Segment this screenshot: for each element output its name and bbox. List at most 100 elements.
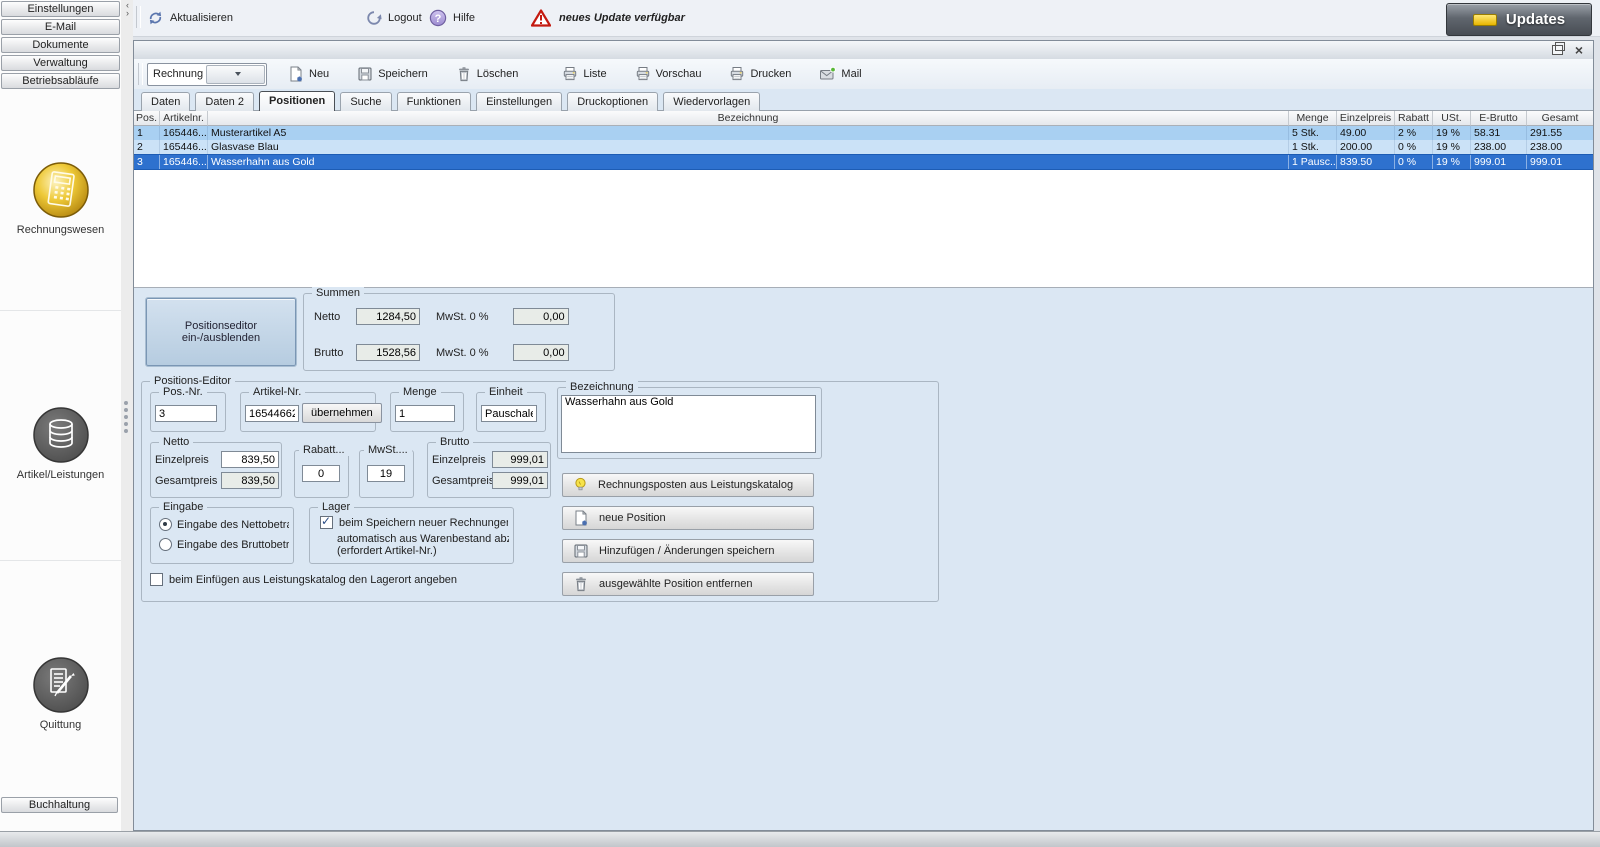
mwst-field[interactable] <box>367 465 405 482</box>
toggle-position-editor-button[interactable]: Positionseditor ein-/ausblenden <box>145 297 297 367</box>
sidebar-item-dokumente[interactable]: Dokumente <box>1 37 120 53</box>
netto-einzelpreis-field[interactable] <box>221 451 279 468</box>
refresh-button[interactable]: Aktualisieren <box>147 6 233 30</box>
list-button[interactable]: Liste <box>555 62 613 86</box>
netto-total-field[interactable] <box>356 308 420 325</box>
sidebar-splitter[interactable]: ‹ › <box>121 0 133 831</box>
positions-editor-group: Positions-Editor Pos.-Nr. Artikel-Nr. üb… <box>141 375 939 602</box>
rabatt-group-label: Rabatt... <box>299 444 349 456</box>
pos-nr-field[interactable] <box>155 405 217 422</box>
logout-button[interactable]: Logout <box>366 6 422 30</box>
col-ust[interactable]: USt. <box>1433 111 1471 126</box>
netto-gesamtpreis-field[interactable] <box>221 472 279 489</box>
calculator-icon <box>32 162 89 218</box>
delete-button[interactable]: Löschen <box>449 62 526 86</box>
tab-positionen[interactable]: Positionen <box>259 91 336 111</box>
help-label: Hilfe <box>453 12 476 24</box>
bezeichnung-field[interactable]: Wasserhahn aus Gold <box>561 395 816 453</box>
neue-position-button[interactable]: neue Position <box>562 506 814 530</box>
tab-druckoptionen[interactable]: Druckoptionen <box>567 92 659 111</box>
rechnungsposten-katalog-button[interactable]: Rechnungsposten aus Leistungskatalog <box>562 473 814 497</box>
close-window-icon[interactable]: × <box>1575 43 1583 57</box>
position-entfernen-button[interactable]: ausgewählte Position entfernen <box>562 572 814 596</box>
print-button[interactable]: Drucken <box>722 62 798 86</box>
lagerort-checkbox-label: beim Einfügen aus Leistungskatalog den L… <box>169 573 458 586</box>
artikel-nr-field[interactable] <box>245 405 299 422</box>
col-ebrutto[interactable]: E-Brutto <box>1471 111 1527 126</box>
updates-button[interactable]: Updates <box>1446 3 1592 36</box>
brutto-group: Brutto Einzelpreis Gesamtpreis <box>427 436 551 498</box>
sidebar-item-artikel-leistungen[interactable]: Artikel/Leistungen <box>0 405 121 481</box>
app-root: Einstellungen E-Mail Dokumente Verwaltun… <box>0 0 1600 847</box>
lager-checkbox[interactable]: beim Speichern neuer Rechnungen Arti <box>320 516 508 529</box>
hinzufuegen-speichern-button[interactable]: Hinzufügen / Änderungen speichern <box>562 539 814 563</box>
svg-text:?: ? <box>435 13 442 25</box>
sidebar-item-rechnungswesen[interactable]: Rechnungswesen <box>0 160 121 236</box>
menge-field[interactable] <box>395 405 455 422</box>
lager-group-label: Lager <box>318 501 355 513</box>
col-menge[interactable]: Menge <box>1289 111 1337 126</box>
lightbulb-icon <box>575 477 586 491</box>
table-row[interactable]: 1 165446... Musterartikel A5 5 Stk. 49.0… <box>134 126 1593 140</box>
sidebar-item-verwaltung[interactable]: Verwaltung <box>1 55 120 71</box>
preview-button[interactable]: Vorschau <box>628 62 709 86</box>
radio-brutto-option[interactable]: Eingabe des Bruttobetrag <box>159 538 289 551</box>
col-bezeichnung[interactable]: Bezeichnung <box>208 111 1289 126</box>
tab-einstellungen[interactable]: Einstellungen <box>476 92 563 111</box>
database-icon <box>32 407 89 463</box>
sidebar-item-buchhaltung[interactable]: Buchhaltung <box>1 797 118 813</box>
col-rabatt[interactable]: Rabatt <box>1395 111 1433 126</box>
mwst0-total-field[interactable] <box>512 308 569 325</box>
tab-funktionen[interactable]: Funktionen <box>396 92 472 111</box>
sidebar-item-einstellungen[interactable]: Einstellungen <box>1 1 120 17</box>
mwst0b-total-field[interactable] <box>512 344 569 361</box>
brutto-total-field[interactable] <box>356 344 420 361</box>
chevron-down-icon <box>205 64 265 84</box>
lager-group: Lager beim Speichern neuer Rechnungen Ar… <box>309 501 514 564</box>
tab-daten-2[interactable]: Daten 2 <box>195 92 254 111</box>
col-pos[interactable]: Pos. <box>134 111 160 126</box>
floppy-icon <box>358 67 372 81</box>
tab-daten[interactable]: Daten <box>141 92 191 111</box>
table-row-selected[interactable]: 3 165446... Wasserhahn aus Gold 1 Pausc.… <box>134 154 1593 170</box>
table-header: Pos. Artikelnr. Bezeichnung Menge Einzel… <box>134 111 1593 126</box>
sidebar-item-quittung[interactable]: Quittung <box>0 655 121 731</box>
help-button[interactable]: ? Hilfe <box>429 6 475 30</box>
chevron-right-icon[interactable]: › <box>123 9 132 18</box>
brutto-einzelpreis-field[interactable] <box>492 451 548 468</box>
new-document-icon <box>290 66 302 82</box>
brutto-gesamtpreis-field[interactable] <box>492 472 548 489</box>
netto-group-label: Netto <box>159 436 194 448</box>
table-row[interactable]: 2 165446... Glasvase Blau 1 Stk. 200.00 … <box>134 140 1593 154</box>
logout-label: Logout <box>388 12 422 24</box>
einheit-field[interactable] <box>481 405 537 422</box>
bezeichnung-group: Bezeichnung Wasserhahn aus Gold <box>557 381 822 459</box>
window-titlebar: × <box>134 41 1593 60</box>
warning-icon <box>531 9 551 27</box>
col-artikelnr[interactable]: Artikelnr. <box>160 111 208 126</box>
new-button[interactable]: Neu <box>281 62 336 86</box>
sidebar-item-betriebsablaeufe[interactable]: Betriebsabläufe <box>1 73 120 89</box>
document-type-select[interactable]: Rechnung <box>147 62 267 86</box>
col-einzelpreis[interactable]: Einzelpreis <box>1337 111 1395 126</box>
splitter-collapse-icons[interactable]: ‹ › <box>123 1 132 18</box>
trash-icon <box>576 577 586 592</box>
left-sidebar: Einstellungen E-Mail Dokumente Verwaltun… <box>0 0 122 831</box>
splitter-grip[interactable] <box>124 398 128 436</box>
tab-wiedervorlagen[interactable]: Wiedervorlagen <box>663 92 761 111</box>
mail-button[interactable]: Mail <box>812 62 868 86</box>
rabatt-field[interactable] <box>302 465 340 482</box>
top-toolbar: Aktualisieren Logout ? Hilfe neues Updat… <box>133 0 1600 37</box>
mail-label: Mail <box>841 68 862 80</box>
netto-label: Netto <box>314 310 341 323</box>
col-gesamt[interactable]: Gesamt <box>1527 111 1593 126</box>
sidebar-item-email[interactable]: E-Mail <box>1 19 120 35</box>
lagerort-checkbox[interactable]: beim Einfügen aus Leistungskatalog den L… <box>150 573 457 586</box>
toolbar-grip <box>136 6 141 28</box>
radio-netto-option[interactable]: Eingabe des Nettobetrags <box>159 518 289 531</box>
uebernehmen-button[interactable]: übernehmen <box>302 403 382 423</box>
tab-suche[interactable]: Suche <box>340 92 392 111</box>
restore-window-icon[interactable] <box>1551 42 1565 55</box>
save-button[interactable]: Speichern <box>350 62 435 86</box>
brutto-group-label: Brutto <box>436 436 474 448</box>
